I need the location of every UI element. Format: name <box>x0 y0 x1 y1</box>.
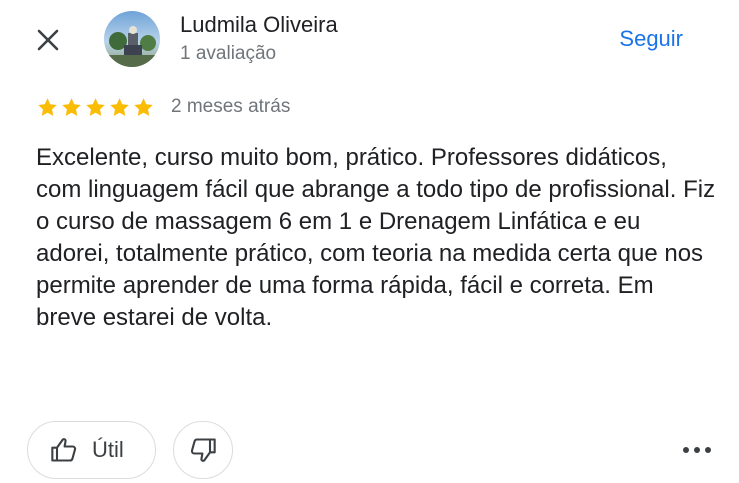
reviews-count: 1 avaliação <box>180 43 277 64</box>
close-button[interactable] <box>30 22 66 58</box>
review-date: 2 meses atrás <box>171 96 291 117</box>
star-icon <box>110 98 129 116</box>
thumbs-down-icon <box>190 438 216 462</box>
star-icon <box>134 98 153 116</box>
close-icon <box>37 29 59 51</box>
more-options-button[interactable] <box>679 436 715 464</box>
not-helpful-button[interactable] <box>173 421 233 479</box>
review-text: Excelente, curso muito bom, prático. Pro… <box>36 144 716 331</box>
avatar[interactable] <box>104 11 160 67</box>
follow-button[interactable]: Seguir <box>619 26 683 52</box>
star-rating <box>36 96 155 119</box>
thumbs-up-icon <box>51 438 77 462</box>
reviewer-name[interactable]: Ludmila Oliveira <box>180 12 338 38</box>
star-icon <box>38 98 57 116</box>
more-horizontal-icon <box>683 447 711 453</box>
helpful-button[interactable]: Útil <box>27 421 156 479</box>
helpful-label: Útil <box>92 437 124 462</box>
star-icon <box>86 98 105 116</box>
star-icon <box>62 98 81 116</box>
